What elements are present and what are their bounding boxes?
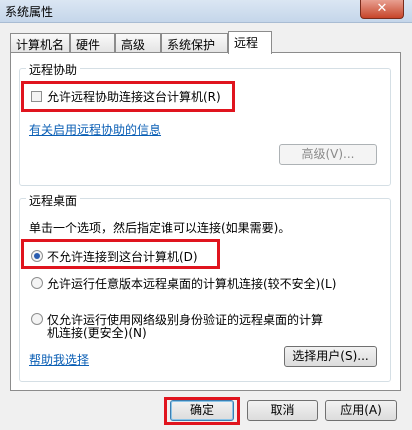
cancel-button[interactable]: 取消 [247, 400, 318, 421]
tab-computer-name[interactable]: 计算机名 [10, 33, 70, 52]
radio-allow-any-version[interactable] [31, 277, 43, 289]
window-title: 系统属性 [5, 5, 54, 19]
tab-advanced[interactable]: 高级 [115, 33, 161, 52]
close-icon: ✕ [376, 1, 388, 16]
remote-assistance-info-link[interactable]: 有关启用远程协助的信息 [29, 121, 161, 138]
radio-allow-any-label[interactable]: 允许运行任意版本远程桌面的计算机连接(较不安全)(L) [47, 275, 336, 292]
title-bar: 系统属性 ✕ [0, 0, 412, 23]
advanced-button[interactable]: 高级(V)... [279, 144, 377, 165]
allow-remote-assistance-checkbox[interactable] [31, 91, 42, 102]
select-users-button[interactable]: 选择用户(S)... [284, 346, 377, 367]
radio-allow-nla-label-line2[interactable]: 机连接(更安全)(N) [47, 324, 147, 341]
apply-button[interactable]: 应用(A) [325, 400, 397, 421]
radio-disallow-connections[interactable] [31, 250, 43, 262]
allow-remote-assistance-label[interactable]: 允许远程协助连接这台计算机(R) [47, 88, 221, 105]
remote-desktop-title: 远程桌面 [26, 192, 81, 209]
tab-remote[interactable]: 远程 [228, 31, 272, 54]
tab-hardware[interactable]: 硬件 [70, 33, 115, 52]
radio-disallow-label[interactable]: 不允许连接到这台计算机(D) [47, 248, 198, 265]
close-button[interactable]: ✕ [360, 0, 404, 19]
tab-panel-remote: 远程协助 允许远程协助连接这台计算机(R) 有关启用远程协助的信息 高级(V).… [10, 52, 401, 391]
help-me-choose-link[interactable]: 帮助我选择 [29, 351, 89, 368]
radio-allow-nla-only[interactable] [31, 313, 43, 325]
remote-desktop-instruction: 单击一个选项，然后指定谁可以连接(如果需要)。 [29, 221, 291, 235]
tab-system-protection[interactable]: 系统保护 [161, 33, 228, 52]
remote-assistance-title: 远程协助 [26, 61, 81, 78]
ok-button[interactable]: 确定 [170, 400, 234, 421]
